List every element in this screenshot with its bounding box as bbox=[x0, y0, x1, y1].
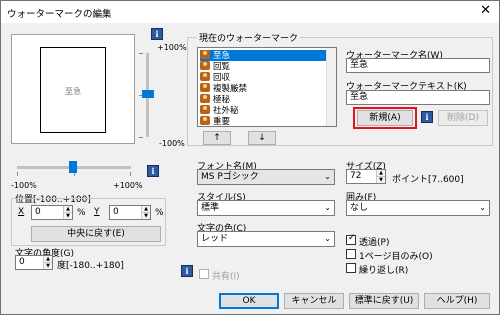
list-item-label: 回収 bbox=[213, 73, 231, 83]
spin-down-icon[interactable]: ▼ bbox=[376, 176, 385, 183]
list-item[interactable]: 回覧 bbox=[200, 61, 326, 72]
name-input[interactable]: 至急 bbox=[346, 58, 490, 73]
text-input[interactable]: 至急 bbox=[346, 90, 490, 105]
list-item-label: 複製厳禁 bbox=[213, 84, 248, 94]
watermark-list[interactable]: 至急 回覧 回収 複製厳禁 極秘 社外秘 重要 bbox=[197, 47, 337, 127]
center-button[interactable]: 中央に戻す(E) bbox=[31, 226, 161, 242]
slider-tick bbox=[17, 172, 18, 176]
spin-down-icon[interactable]: ▼ bbox=[43, 262, 52, 269]
color-value: レッド bbox=[201, 234, 229, 244]
angle-value: 0 bbox=[19, 257, 25, 267]
vertical-slider-min-label: -100% bbox=[159, 139, 185, 148]
list-scrollbar[interactable] bbox=[326, 48, 336, 126]
x-unit: % bbox=[77, 208, 86, 218]
help-button[interactable]: ヘルプ(H) bbox=[424, 293, 490, 309]
watermark-item-icon bbox=[200, 61, 210, 70]
spin-down-icon[interactable]: ▼ bbox=[141, 212, 150, 219]
dialog-window: ウォーターマークの編集 ✕ 至急 i +100% -100% i -100% +… bbox=[0, 0, 500, 315]
slider-tick bbox=[139, 53, 143, 54]
watermark-item-icon bbox=[200, 94, 210, 103]
spin-down-icon[interactable]: ▼ bbox=[63, 212, 72, 219]
move-up-button[interactable]: ↑ bbox=[203, 131, 231, 145]
new-button[interactable]: 新規(A) bbox=[357, 110, 413, 126]
shared-label: 共有(I) bbox=[212, 272, 240, 282]
y-unit: % bbox=[155, 208, 164, 218]
list-item-label: 極秘 bbox=[213, 95, 231, 105]
preview-pane: 至急 bbox=[11, 34, 135, 144]
list-item[interactable]: 社外秘 bbox=[200, 105, 326, 116]
list-item-label: 重要 bbox=[213, 117, 231, 127]
transparent-label: 透過(P) bbox=[359, 238, 390, 248]
default-button[interactable]: 標準に戻す(U) bbox=[349, 293, 419, 309]
horizontal-slider-thumb[interactable] bbox=[69, 161, 77, 173]
angle-input[interactable]: 0 ▲ ▼ bbox=[15, 255, 53, 270]
x-label: X bbox=[18, 207, 25, 217]
delete-button[interactable]: 削除(D) bbox=[438, 110, 488, 126]
x-input[interactable]: 0 ▲ ▼ bbox=[31, 205, 73, 220]
info-icon[interactable]: i bbox=[421, 111, 433, 123]
cancel-button[interactable]: キャンセル bbox=[284, 293, 344, 309]
style-select[interactable]: 標準 ⌄ bbox=[197, 200, 335, 216]
chevron-down-icon: ⌄ bbox=[324, 203, 331, 212]
y-value: 0 bbox=[113, 207, 119, 217]
transparent-checkbox[interactable] bbox=[346, 233, 356, 245]
repeat-checkbox[interactable] bbox=[346, 263, 356, 273]
list-item-label: 回覧 bbox=[213, 62, 231, 72]
color-select[interactable]: レッド ⌄ bbox=[197, 231, 335, 247]
info-icon[interactable]: i bbox=[151, 28, 163, 40]
vertical-slider-thumb[interactable] bbox=[142, 90, 154, 98]
watermark-item-icon bbox=[200, 105, 210, 114]
font-select[interactable]: MS Pゴシック ⌄ bbox=[197, 169, 335, 185]
style-value: 標準 bbox=[201, 203, 220, 213]
font-value: MS Pゴシック bbox=[201, 172, 259, 182]
preview-page: 至急 bbox=[40, 47, 106, 133]
size-range: ポイント[7..600] bbox=[392, 175, 464, 185]
size-input[interactable]: 72 ▲ ▼ bbox=[346, 169, 386, 184]
chevron-down-icon: ⌄ bbox=[324, 234, 331, 243]
frame-value: なし bbox=[350, 203, 369, 213]
watermark-item-icon bbox=[200, 72, 210, 81]
watermark-item-icon bbox=[200, 116, 210, 125]
horizontal-slider-max-label: +100% bbox=[113, 181, 143, 190]
info-icon[interactable]: i bbox=[147, 165, 159, 177]
y-input[interactable]: 0 ▲ ▼ bbox=[109, 205, 151, 220]
list-item[interactable]: 至急 bbox=[200, 50, 326, 61]
repeat-label: 繰り返し(R) bbox=[359, 266, 409, 276]
slider-tick bbox=[130, 172, 131, 176]
size-value: 72 bbox=[350, 171, 362, 181]
info-icon[interactable]: i bbox=[181, 265, 193, 277]
window-title: ウォーターマークの編集 bbox=[7, 9, 112, 20]
preview-watermark: 至急 bbox=[65, 87, 81, 96]
move-down-button[interactable]: ↓ bbox=[248, 131, 276, 145]
first-page-label: 1ページ目のみ(O) bbox=[359, 252, 433, 262]
list-item[interactable]: 回収 bbox=[200, 72, 326, 83]
list-item[interactable]: 複製厳禁 bbox=[200, 83, 326, 94]
angle-range: 度[-180..+180] bbox=[57, 261, 124, 271]
title-bar: ウォーターマークの編集 ✕ bbox=[1, 1, 499, 23]
frame-select[interactable]: なし ⌄ bbox=[346, 200, 490, 216]
list-item-label: 社外秘 bbox=[213, 106, 239, 116]
slider-tick bbox=[139, 137, 143, 138]
horizontal-slider-min-label: -100% bbox=[11, 181, 37, 190]
vertical-slider-max-label: +100% bbox=[157, 43, 187, 52]
y-label: Y bbox=[94, 207, 100, 217]
list-item[interactable]: 重要 bbox=[200, 116, 326, 127]
chevron-down-icon: ⌄ bbox=[479, 203, 486, 212]
shared-checkbox[interactable] bbox=[199, 269, 209, 279]
watermark-item-icon bbox=[200, 50, 210, 59]
x-value: 0 bbox=[35, 207, 41, 217]
close-icon[interactable]: ✕ bbox=[480, 4, 491, 18]
list-item-label: 至急 bbox=[213, 51, 231, 61]
current-watermark-label: 現在のウォーターマーク bbox=[197, 31, 301, 44]
first-page-checkbox[interactable] bbox=[346, 249, 356, 259]
chevron-down-icon: ⌄ bbox=[324, 172, 331, 181]
list-item[interactable]: 極秘 bbox=[200, 94, 326, 105]
ok-button[interactable]: OK bbox=[219, 293, 279, 309]
watermark-item-icon bbox=[200, 83, 210, 92]
